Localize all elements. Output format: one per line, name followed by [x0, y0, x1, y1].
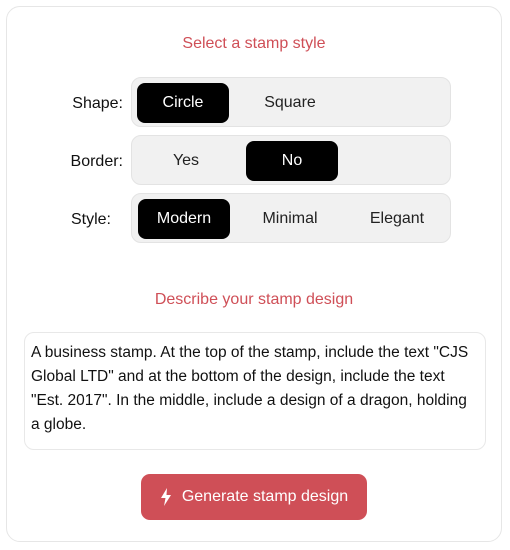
shape-option-square[interactable]: Square [244, 83, 336, 123]
style-label: Style: [70, 211, 111, 228]
stamp-description-textarea[interactable]: A business stamp. At the top of the stam… [24, 332, 486, 450]
border-segmented-control: Yes No [131, 135, 451, 185]
style-segmented-control: Modern Minimal Elegant [131, 193, 451, 243]
style-heading: Select a stamp style [182, 35, 326, 52]
describe-heading: Describe your stamp design [154, 291, 354, 308]
style-option-elegant[interactable]: Elegant [351, 199, 443, 239]
generate-button-label: Generate stamp design [181, 488, 349, 505]
shape-segmented-control: Circle Square [131, 77, 451, 127]
border-option-no[interactable]: No [246, 141, 338, 181]
border-option-yes[interactable]: Yes [140, 141, 232, 181]
generate-stamp-button[interactable]: Generate stamp design [141, 474, 367, 520]
lightning-bolt-icon [160, 488, 172, 506]
shape-option-circle[interactable]: Circle [137, 83, 229, 123]
style-option-minimal[interactable]: Minimal [244, 199, 336, 239]
stamp-style-card: Select a stamp style Shape: Circle Squar… [6, 6, 502, 542]
style-option-modern[interactable]: Modern [138, 199, 230, 239]
border-label: Border: [70, 153, 123, 170]
shape-label: Shape: [72, 95, 123, 112]
